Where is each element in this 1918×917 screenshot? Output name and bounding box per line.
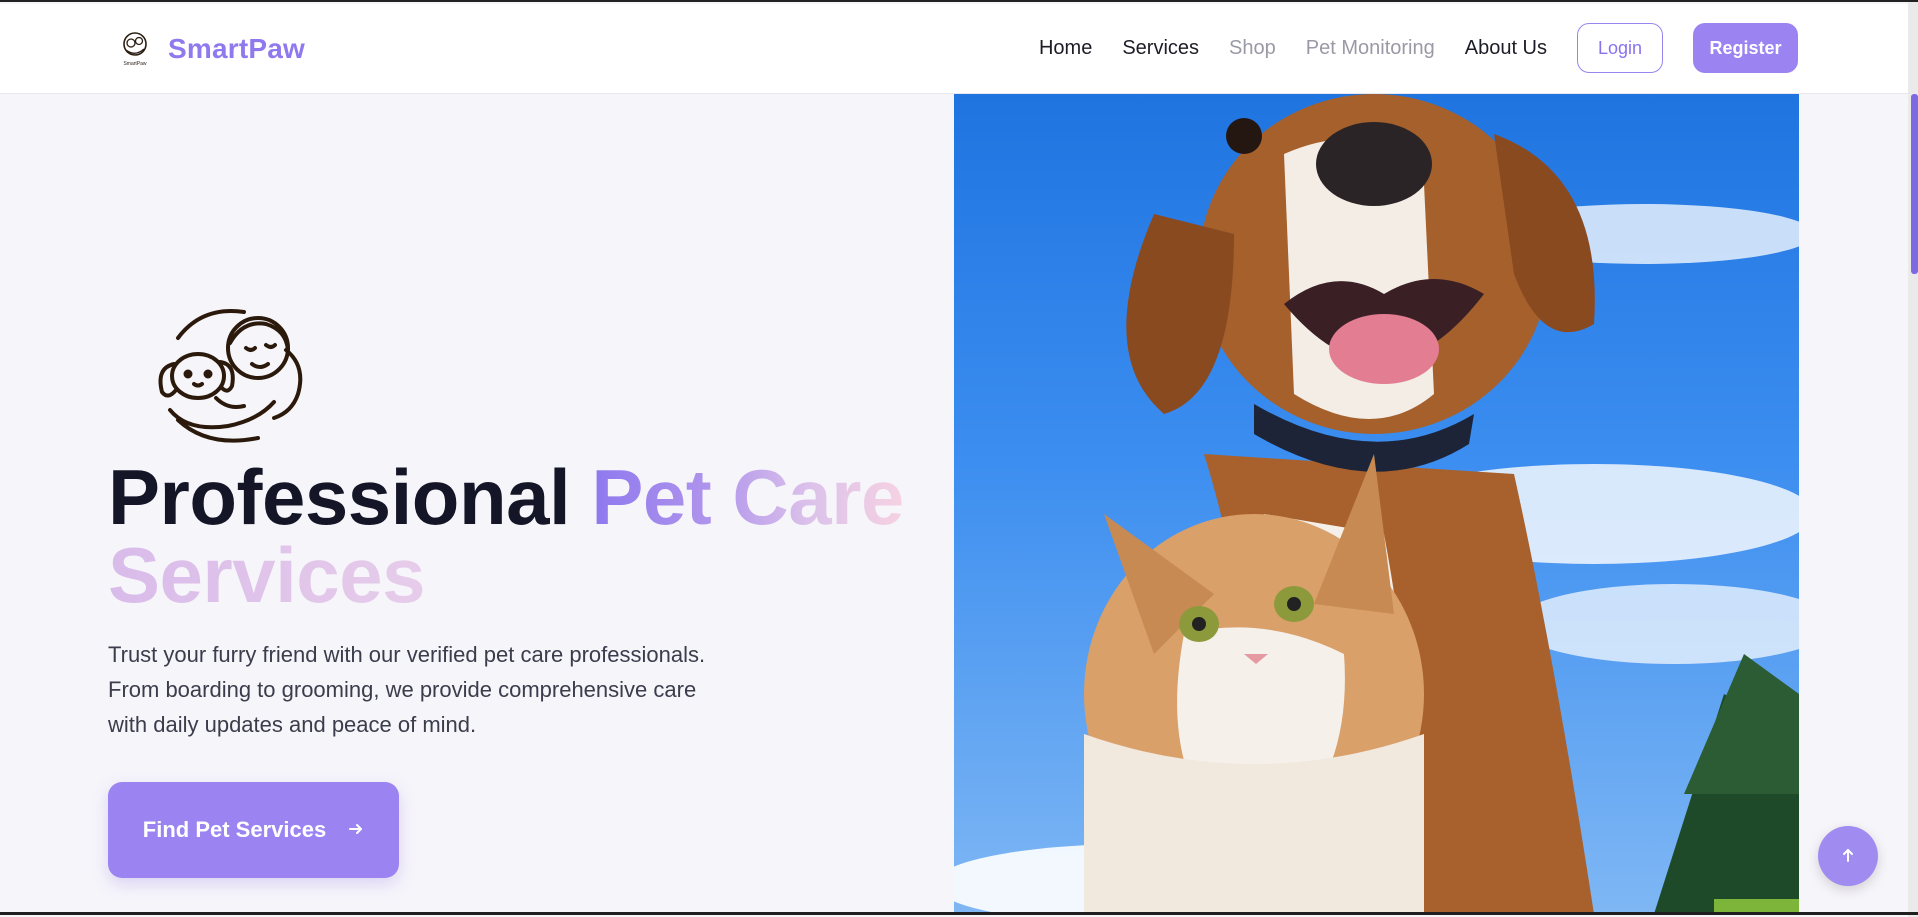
brand-logo-text: SmartPaw <box>123 61 146 67</box>
site-header: SmartPaw SmartPaw Home Services Shop Pet… <box>0 4 1908 94</box>
scroll-to-top-button[interactable] <box>1818 826 1878 886</box>
find-pet-services-button[interactable]: Find Pet Services <box>108 782 399 878</box>
main-nav: Home Services Shop Pet Monitoring About … <box>1039 23 1798 73</box>
scrollbar-thumb[interactable] <box>1911 94 1918 274</box>
brand[interactable]: SmartPaw SmartPaw <box>118 30 305 68</box>
register-button[interactable]: Register <box>1693 23 1798 73</box>
hero-title-part2: Pet Care <box>591 453 904 541</box>
hero-title-part3: Services <box>108 536 904 614</box>
arrow-up-icon <box>1840 843 1856 869</box>
nav-link-services[interactable]: Services <box>1122 37 1199 60</box>
nav-link-shop[interactable]: Shop <box>1229 37 1276 60</box>
cta-label: Find Pet Services <box>142 817 327 842</box>
arrow-right-icon <box>348 817 364 843</box>
hero-description: Trust your furry friend with our verifie… <box>108 642 706 737</box>
nav-link-pet-monitoring[interactable]: Pet Monitoring <box>1306 37 1435 60</box>
nav-link-home[interactable]: Home <box>1039 37 1092 60</box>
hero-title-part1: Professional <box>108 453 571 541</box>
nav-link-about-us[interactable]: About Us <box>1465 37 1547 60</box>
brand-logo-icon: SmartPaw <box>123 32 147 67</box>
beagle-and-kitten-photo <box>954 94 1799 914</box>
hero-title: Professional Pet Care Services <box>108 458 904 614</box>
person-hugging-dog-icon <box>158 309 303 443</box>
brand-name[interactable]: SmartPaw <box>168 33 305 65</box>
login-button[interactable]: Login <box>1577 23 1663 73</box>
